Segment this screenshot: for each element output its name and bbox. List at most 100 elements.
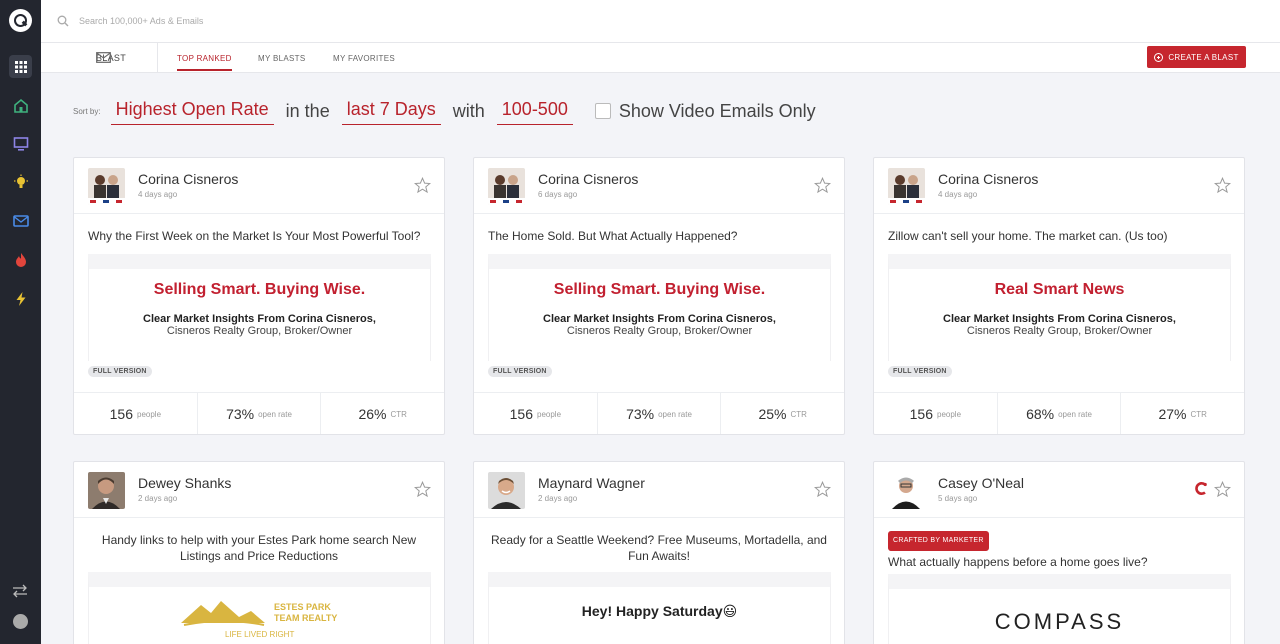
- blast-card[interactable]: Casey O'Neal 5 days ago CRAFTED BY MARKE…: [873, 461, 1245, 644]
- stats-row: 156 people 68% open rate 27% CTR: [874, 392, 1244, 434]
- star-icon[interactable]: [413, 176, 432, 199]
- blast-card[interactable]: Corina Cisneros 4 days ago Why the First…: [73, 157, 445, 435]
- in-the-text: in the: [285, 100, 330, 121]
- open-rate-stat: 73% open rate: [198, 393, 322, 434]
- envelope-icon: [96, 52, 111, 65]
- create-blast-label: CREATE A BLAST: [1168, 52, 1239, 62]
- sort-select[interactable]: Highest Open Rate: [110, 97, 274, 125]
- sub-navigation: BLAST TOP RANKED MY BLASTS MY FAVORITES …: [41, 43, 1280, 73]
- email-subject[interactable]: Ready for a Seattle Weekend? Free Museum…: [474, 518, 844, 563]
- stats-row: 156 people 73% open rate 25% CTR: [474, 392, 844, 434]
- ctr-stat: 27% CTR: [1158, 406, 1207, 422]
- avatar: [888, 472, 925, 509]
- app-logo[interactable]: [9, 9, 32, 32]
- full-version-badge: FULL VERSION: [488, 366, 552, 377]
- search-input[interactable]: [79, 11, 679, 31]
- author-name[interactable]: Dewey Shanks: [138, 475, 231, 491]
- preview-line-1: Clear Market Insights From Corina Cisner…: [943, 313, 1176, 325]
- left-rail: [0, 0, 41, 644]
- preview-line-2: Cisneros Realty Group, Broker/Owner: [166, 325, 353, 337]
- monitor-icon[interactable]: [10, 133, 31, 154]
- lightning-icon[interactable]: [10, 288, 31, 309]
- grid-icon[interactable]: [9, 55, 32, 78]
- sort-filters: Sort by: Highest Open Rate in the last 7…: [73, 96, 816, 126]
- top-search-bar: [41, 0, 1280, 43]
- ctr-stat: 26% CTR: [358, 406, 407, 422]
- blast-card[interactable]: Corina Cisneros 4 days ago Zillow can't …: [873, 157, 1245, 435]
- tab-top-ranked[interactable]: TOP RANKED: [177, 43, 232, 73]
- email-preview[interactable]: Real Smart News Clear Market Insights Fr…: [888, 254, 1231, 361]
- preview-line-1: Clear Market Insights From Corina Cisner…: [143, 313, 376, 325]
- preview-headline: Hey! Happy Saturday😃: [581, 603, 738, 619]
- swap-icon[interactable]: [11, 584, 29, 603]
- sort-by-label: Sort by:: [73, 106, 101, 116]
- preview-line-2: Cisneros Realty Group, Broker/Owner: [566, 325, 753, 337]
- blast-card[interactable]: Dewey Shanks 2 days ago Handy links to h…: [73, 461, 445, 644]
- lightbulb-icon[interactable]: [10, 171, 31, 192]
- posted-time: 4 days ago: [938, 190, 978, 199]
- star-icon[interactable]: [1213, 480, 1232, 503]
- author-name[interactable]: Maynard Wagner: [538, 475, 645, 491]
- user-avatar[interactable]: [13, 614, 28, 629]
- video-only-checkbox[interactable]: [594, 103, 611, 119]
- open-rate-stat: 68% open rate: [998, 393, 1122, 434]
- svg-text:ESTES PARK: ESTES PARK: [274, 602, 331, 612]
- people-stat: 156 people: [474, 393, 598, 434]
- tab-my-blasts[interactable]: MY BLASTS: [258, 43, 305, 73]
- people-stat: 156 people: [74, 393, 198, 434]
- home-icon[interactable]: [10, 95, 31, 116]
- email-subject-block[interactable]: CRAFTED BY MARKETER What actually happen…: [874, 518, 1244, 569]
- tab-my-favorites[interactable]: MY FAVORITES: [333, 43, 395, 73]
- blast-section[interactable]: BLAST: [41, 43, 158, 73]
- star-icon[interactable]: [413, 480, 432, 503]
- ctr-stat: 25% CTR: [758, 406, 807, 422]
- star-icon[interactable]: [813, 480, 832, 503]
- author-name[interactable]: Corina Cisneros: [538, 171, 638, 187]
- avatar: [488, 472, 525, 509]
- email-preview[interactable]: ESTES PARK TEAM REALTY LIFE LIVED RIGHT: [88, 572, 431, 644]
- email-subject[interactable]: Handy links to help with your Estes Park…: [74, 518, 444, 563]
- preview-line-1: Clear Market Insights From Corina Cisner…: [543, 313, 776, 325]
- avatar: [88, 168, 125, 205]
- star-icon[interactable]: [1213, 176, 1232, 199]
- mail-icon[interactable]: [10, 210, 31, 231]
- period-select[interactable]: last 7 Days: [341, 97, 441, 125]
- preview-headline: Selling Smart. Buying Wise.: [553, 281, 766, 298]
- blast-card[interactable]: Corina Cisneros 6 days ago The Home Sold…: [473, 157, 845, 435]
- avatar: [88, 472, 125, 509]
- email-subject[interactable]: Why the First Week on the Market Is Your…: [74, 214, 444, 254]
- author-name[interactable]: Corina Cisneros: [138, 171, 238, 187]
- preview-headline: Real Smart News: [994, 281, 1125, 298]
- full-version-badge: FULL VERSION: [888, 366, 952, 377]
- plus-circle-icon: [1154, 52, 1164, 62]
- flame-icon[interactable]: [10, 249, 31, 270]
- avatar: [888, 168, 925, 205]
- estes-park-logo: ESTES PARK TEAM REALTY LIFE LIVED RIGHT: [181, 601, 337, 639]
- posted-time: 2 days ago: [138, 494, 178, 503]
- with-text: with: [452, 100, 485, 121]
- star-icon[interactable]: [813, 176, 832, 199]
- email-subject[interactable]: What actually happens before a home goes…: [888, 555, 1148, 569]
- range-select[interactable]: 100-500: [496, 97, 573, 125]
- email-subject[interactable]: The Home Sold. But What Actually Happene…: [474, 214, 844, 254]
- email-preview[interactable]: Hey! Happy Saturday😃: [488, 572, 831, 644]
- preview-headline: Selling Smart. Buying Wise.: [153, 281, 366, 298]
- compass-logo: COMPASS: [994, 609, 1125, 634]
- avatar: [488, 168, 525, 205]
- create-blast-button[interactable]: CREATE A BLAST: [1147, 46, 1246, 68]
- svg-text:TEAM REALTY: TEAM REALTY: [274, 613, 337, 623]
- email-preview[interactable]: Selling Smart. Buying Wise. Clear Market…: [488, 254, 831, 361]
- email-preview[interactable]: Selling Smart. Buying Wise. Clear Market…: [88, 254, 431, 361]
- people-stat: 156 people: [874, 393, 998, 434]
- stats-row: 156 people 73% open rate 26% CTR: [74, 392, 444, 434]
- author-name[interactable]: Corina Cisneros: [938, 171, 1038, 187]
- svg-text:LIFE LIVED RIGHT: LIFE LIVED RIGHT: [225, 630, 294, 639]
- posted-time: 4 days ago: [138, 190, 178, 199]
- blast-card[interactable]: Maynard Wagner 2 days ago Ready for a Se…: [473, 461, 845, 644]
- email-subject[interactable]: Zillow can't sell your home. The market …: [874, 214, 1244, 254]
- email-preview[interactable]: COMPASS: [888, 574, 1231, 644]
- full-version-badge: FULL VERSION: [88, 366, 152, 377]
- author-name[interactable]: Casey O'Neal: [938, 475, 1024, 491]
- preview-line-2: Cisneros Realty Group, Broker/Owner: [966, 325, 1153, 337]
- search-icon: [57, 14, 69, 32]
